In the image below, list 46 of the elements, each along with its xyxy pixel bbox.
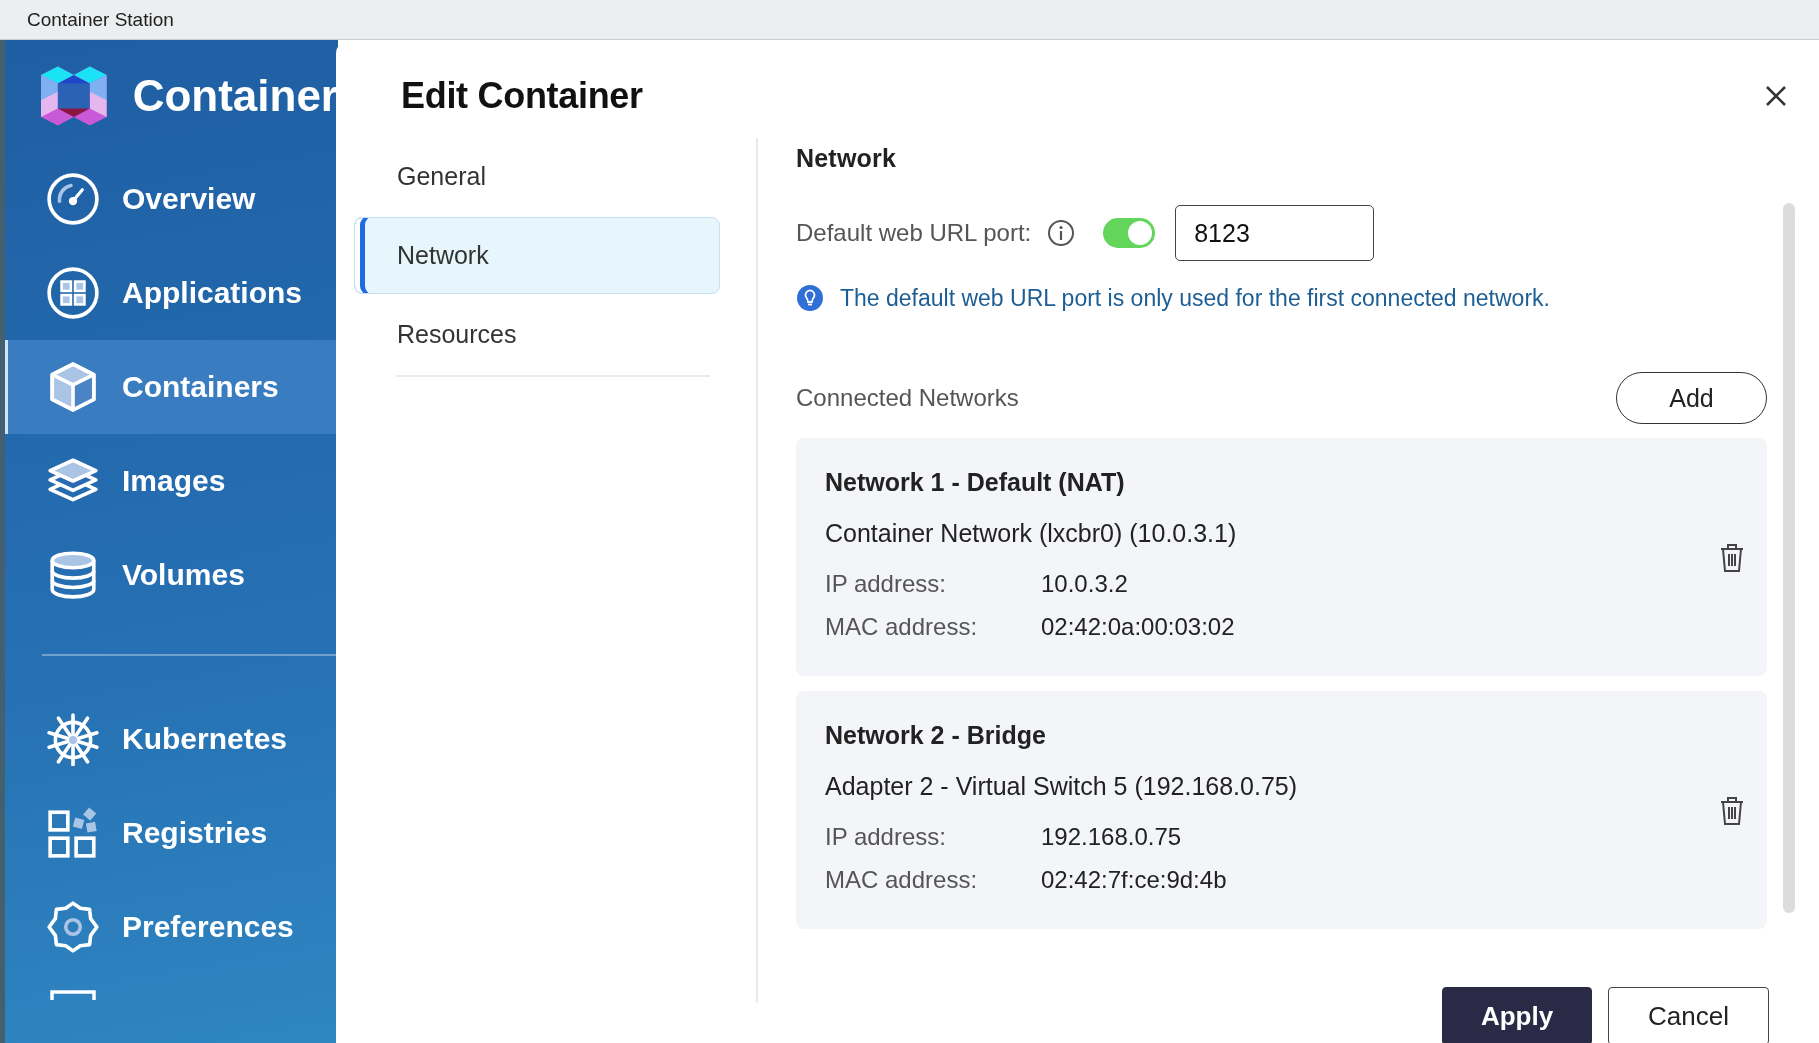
scrollbar[interactable] [1783,203,1795,913]
trash-icon [1719,543,1745,573]
lightbulb-icon [796,284,824,312]
field-value: 10.0.3.2 [1041,569,1128,598]
sidebar-item[interactable]: Images [5,434,338,528]
close-icon [1765,85,1787,107]
settings-icon [46,900,100,954]
sidebar-item[interactable]: Kubernetes [5,692,338,786]
network-title: Network 2 - Bridge [825,721,1047,750]
field-label: IP address: [825,569,947,598]
window-title: Container Station [27,8,174,31]
add-button[interactable]: Add [1616,372,1767,424]
sidebar-item[interactable]: Registries [5,786,338,880]
connected-networks-label: Connected Networks [796,384,1019,412]
sidebar-item[interactable]: Applications [5,246,338,340]
dialog-title: Edit Container [401,75,643,117]
gauge-icon [46,172,100,226]
hint-text: The default web URL port is only used for the first connected network. [840,284,1550,312]
field-value: 02:42:7f:ce:9d:4b [1041,865,1227,894]
sidebar-item[interactable]: Preferences [5,880,338,974]
toggle-switch[interactable] [1103,218,1156,248]
port-label: Default web URL port: [796,219,1032,247]
section-title: Network [796,144,898,173]
field-label: MAC address: [825,865,979,894]
app-name: Container [132,71,338,121]
field-label: MAC address: [825,612,979,641]
field-label: IP address: [825,822,947,851]
port-input[interactable]: 8123 [1175,205,1375,261]
network-title: Network 1 - Default (NAT) [825,468,1126,497]
sidebar-item[interactable]: Containers [5,340,338,434]
sidebar-item[interactable]: Overview [5,152,338,246]
apply-button[interactable]: Apply [1442,987,1592,1043]
adapter-name: Adapter 2 - Virtual Switch 5 (192.168.0.75) [825,772,1298,801]
grid-icon [46,266,100,320]
field-value: 192.168.0.75 [1041,822,1182,851]
tab[interactable]: Resources [354,296,720,373]
info-icon [1047,219,1076,247]
cancel-button[interactable]: Cancel [1608,987,1769,1043]
trash-icon [1719,796,1745,826]
blocks-icon [46,806,100,860]
tab[interactable]: General [354,138,720,215]
field-value: 02:42:0a:00:03:02 [1041,612,1235,641]
tab[interactable]: Network [354,217,720,294]
helm-wheel-icon [46,712,100,766]
sidebar-item[interactable]: Volumes [5,528,338,622]
adapter-name: Container Network (lxcbr0) (10.0.3.1) [825,519,1237,548]
